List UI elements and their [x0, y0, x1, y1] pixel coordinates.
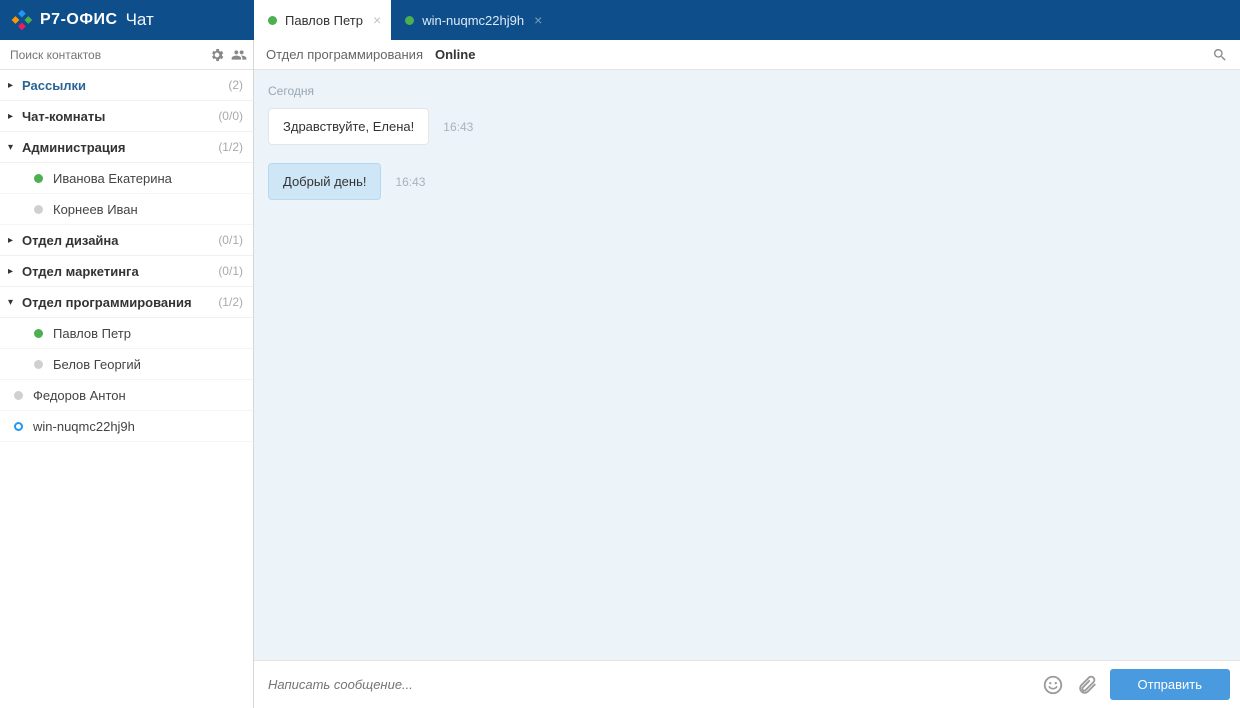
chevron-right-icon: ▸	[8, 266, 16, 277]
close-icon[interactable]: ×	[534, 12, 542, 28]
send-button[interactable]: Отправить	[1110, 669, 1230, 700]
chevron-down-icon: ▾	[8, 297, 16, 308]
tab-label: win-nuqmc22hj9h	[422, 13, 524, 28]
sidebar: ▸ Рассылки (2) ▸ Чат-комнаты (0/0) ▾ Адм…	[0, 40, 254, 708]
chevron-right-icon: ▸	[8, 80, 16, 91]
contact-korneev[interactable]: Корнеев Иван	[0, 194, 253, 225]
tab-label: Павлов Петр	[285, 13, 363, 28]
brand-text: Р7-ОФИС	[40, 11, 118, 29]
emoji-icon[interactable]	[1042, 674, 1064, 696]
message-incoming: Здравствуйте, Елена! 16:43	[268, 108, 1226, 145]
group-design[interactable]: ▸ Отдел дизайна (0/1)	[0, 225, 253, 256]
message-outgoing: Добрый день! 16:43	[268, 163, 1226, 200]
chevron-right-icon: ▸	[8, 235, 16, 246]
app-header: Р7-ОФИС Чат Павлов Петр × win-nuqmc22hj9…	[0, 0, 1240, 40]
message-bubble: Добрый день!	[268, 163, 381, 200]
chat-tabs: Павлов Петр × win-nuqmc22hj9h ×	[254, 0, 552, 40]
brand: Р7-ОФИС Чат	[0, 9, 254, 31]
group-mailing[interactable]: ▸ Рассылки (2)	[0, 70, 253, 101]
close-icon[interactable]: ×	[373, 12, 381, 28]
status-dot-icon	[34, 205, 43, 214]
message-time: 16:43	[395, 175, 425, 189]
status-dot-icon	[34, 174, 43, 183]
status-dot-icon	[405, 16, 414, 25]
chevron-right-icon: ▸	[8, 111, 16, 122]
attach-icon[interactable]	[1076, 674, 1098, 696]
search-icon[interactable]	[1212, 47, 1228, 63]
status-dot-icon	[268, 16, 277, 25]
contact-fedorov[interactable]: Федоров Антон	[0, 380, 253, 411]
gear-icon[interactable]	[209, 47, 225, 63]
date-separator: Сегодня	[268, 84, 1226, 98]
app-title: Чат	[126, 10, 154, 30]
status-dot-icon	[34, 329, 43, 338]
chat-header: Отдел программирования Online	[254, 40, 1240, 70]
message-list: Сегодня Здравствуйте, Елена! 16:43 Добры…	[254, 70, 1240, 660]
status-dot-icon	[34, 360, 43, 369]
chevron-down-icon: ▾	[8, 142, 16, 153]
contact-self[interactable]: win-nuqmc22hj9h	[0, 411, 253, 442]
tab-win-nuqmc[interactable]: win-nuqmc22hj9h ×	[391, 0, 552, 40]
group-programming[interactable]: ▾ Отдел программирования (1/2)	[0, 287, 253, 318]
contact-ivanova[interactable]: Иванова Екатерина	[0, 163, 253, 194]
status-dot-icon	[14, 391, 23, 400]
chat-department: Отдел программирования	[266, 47, 423, 62]
contact-list: ▸ Рассылки (2) ▸ Чат-комнаты (0/0) ▾ Адм…	[0, 70, 253, 708]
chat-pane: Отдел программирования Online Сегодня Зд…	[254, 40, 1240, 708]
contact-search-row	[0, 40, 253, 70]
message-bubble: Здравствуйте, Елена!	[268, 108, 429, 145]
chat-status: Online	[435, 47, 475, 62]
tab-pavlov[interactable]: Павлов Петр ×	[254, 0, 391, 40]
group-chatrooms[interactable]: ▸ Чат-комнаты (0/0)	[0, 101, 253, 132]
contact-belov[interactable]: Белов Георгий	[0, 349, 253, 380]
status-self-icon	[14, 422, 23, 431]
contact-pavlov[interactable]: Павлов Петр	[0, 318, 253, 349]
message-time: 16:43	[443, 120, 473, 134]
app-logo-icon	[10, 9, 32, 31]
contact-search-input[interactable]	[10, 48, 203, 62]
composer: Отправить	[254, 660, 1240, 708]
group-admin[interactable]: ▾ Администрация (1/2)	[0, 132, 253, 163]
message-input[interactable]	[268, 677, 1042, 692]
add-contact-icon[interactable]	[231, 47, 247, 63]
group-marketing[interactable]: ▸ Отдел маркетинга (0/1)	[0, 256, 253, 287]
